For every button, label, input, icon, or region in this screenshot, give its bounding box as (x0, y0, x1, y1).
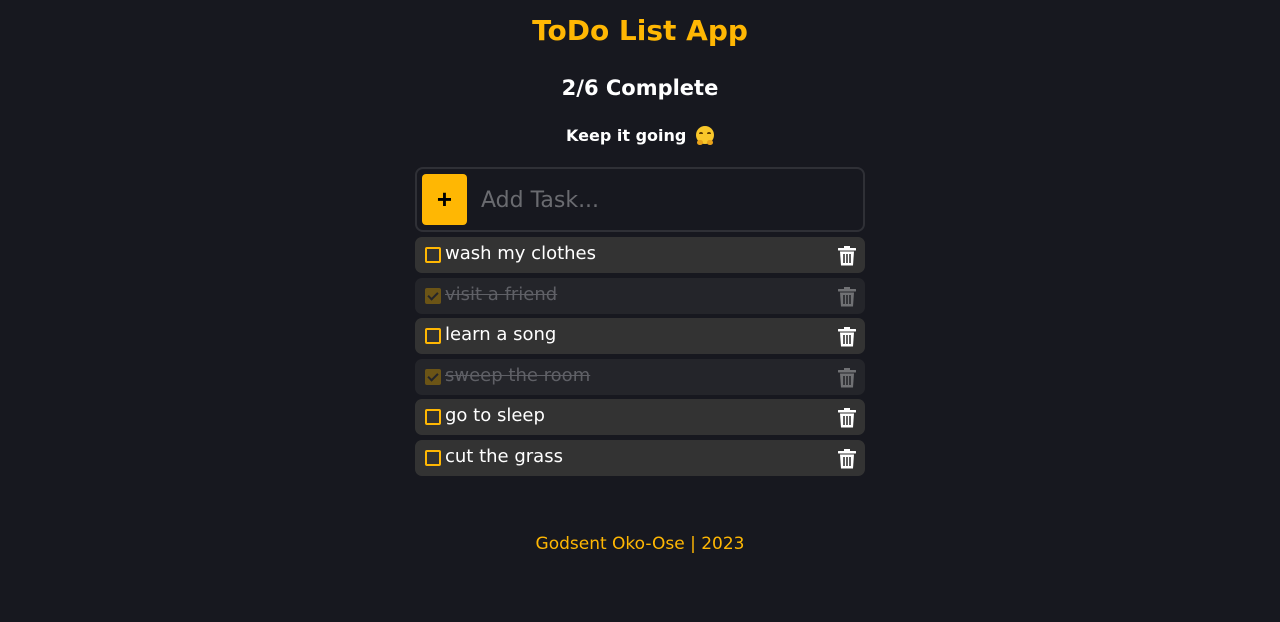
task-item: go to sleep (415, 399, 865, 435)
trash-icon[interactable] (838, 367, 856, 388)
task-label: cut the grass (445, 445, 563, 467)
task-label: go to sleep (445, 405, 545, 426)
task-label: visit a friend (445, 283, 558, 305)
task-item: visit a friend (415, 277, 865, 314)
todo-app: ToDo List App 2/6 Complete Keep it going… (0, 0, 1280, 622)
trash-icon[interactable] (838, 448, 856, 469)
hugging-face-icon (695, 126, 714, 145)
task-label: wash my clothes (445, 243, 596, 264)
checkbox-icon[interactable] (425, 287, 441, 304)
add-task-input[interactable] (479, 177, 853, 223)
task-list: wash my clothes visit a friend learn a s… (415, 237, 865, 480)
checkbox-icon[interactable] (425, 368, 441, 385)
task-item: cut the grass (415, 439, 865, 476)
task-label: sweep the room (445, 364, 591, 386)
checkbox-icon[interactable] (425, 247, 441, 263)
task-label: learn a song (445, 324, 557, 345)
app-title: ToDo List App (532, 14, 748, 47)
checkbox-icon[interactable] (425, 409, 441, 425)
trash-icon[interactable] (838, 246, 856, 266)
task-item: sweep the room (415, 358, 865, 395)
progress-count: 2/6 Complete (561, 76, 719, 100)
trash-icon[interactable] (838, 408, 856, 428)
footer-credit: Godsent Oko-Ose | 2023 (535, 534, 745, 554)
task-item: learn a song (415, 318, 865, 354)
task-item: wash my clothes (415, 237, 865, 273)
checkbox-icon[interactable] (425, 449, 441, 466)
motivation-text: Keep it going (566, 126, 687, 145)
trash-icon[interactable] (838, 327, 856, 347)
trash-icon[interactable] (838, 286, 856, 307)
motivation-message: Keep it going (0, 126, 1280, 145)
add-task-form: + (415, 167, 865, 232)
checkbox-icon[interactable] (425, 328, 441, 344)
add-task-button[interactable]: + (422, 174, 467, 225)
